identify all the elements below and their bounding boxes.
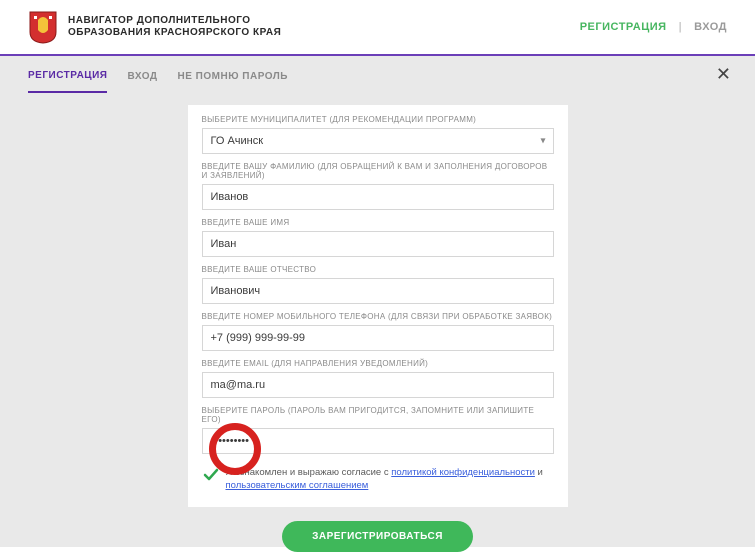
brand-title-line1: НАВИГАТОР ДОПОЛНИТЕЛЬНОГО [68,15,281,28]
email-input[interactable] [202,372,554,398]
user-agreement-link[interactable]: пользовательским соглашением [226,480,369,491]
brand: НАВИГАТОР ДОПОЛНИТЕЛЬНОГО ОБРАЗОВАНИЯ КР… [28,10,281,44]
field-phone: ВВЕДИТЕ НОМЕР МОБИЛЬНОГО ТЕЛЕФОНА (ДЛЯ С… [202,312,554,351]
close-icon[interactable]: ✕ [716,64,731,85]
phone-label: ВВЕДИТЕ НОМЕР МОБИЛЬНОГО ТЕЛЕФОНА (ДЛЯ С… [202,312,554,321]
patronymic-input[interactable] [202,278,554,304]
privacy-policy-link[interactable]: политикой конфиденциальности [391,467,535,478]
consent-checkbox[interactable] [202,466,220,484]
lastname-input[interactable] [202,184,554,210]
auth-modal: РЕГИСТРАЦИЯ ВХОД НЕ ПОМНЮ ПАРОЛЬ ✕ ВЫБЕР… [0,56,755,547]
field-firstname: ВВЕДИТЕ ВАШЕ ИМЯ [202,218,554,257]
email-label: ВВЕДИТЕ EMAIL (ДЛЯ НАПРАВЛЕНИЯ УВЕДОМЛЕН… [202,359,554,368]
header-auth-links: РЕГИСТРАЦИЯ | ВХОД [580,21,727,33]
site-header: НАВИГАТОР ДОПОЛНИТЕЛЬНОГО ОБРАЗОВАНИЯ КР… [0,0,755,54]
brand-title: НАВИГАТОР ДОПОЛНИТЕЛЬНОГО ОБРАЗОВАНИЯ КР… [68,15,281,40]
consent-prefix: Я ознакомлен и выражаю согласие с [226,467,392,478]
consent-row: Я ознакомлен и выражаю согласие с полити… [202,462,554,493]
crest-icon [28,10,58,44]
consent-and: и [535,467,543,478]
header-registration-link[interactable]: РЕГИСТРАЦИЯ [580,21,667,33]
field-patronymic: ВВЕДИТЕ ВАШЕ ОТЧЕСТВО [202,265,554,304]
municipality-label: ВЫБЕРИТЕ МУНИЦИПАЛИТЕТ (ДЛЯ РЕКОМЕНДАЦИИ… [202,115,554,124]
auth-tabs: РЕГИСТРАЦИЯ ВХОД НЕ ПОМНЮ ПАРОЛЬ ✕ [0,56,755,93]
patronymic-label: ВВЕДИТЕ ВАШЕ ОТЧЕСТВО [202,265,554,274]
header-divider: | [679,21,683,33]
field-email: ВВЕДИТЕ EMAIL (ДЛЯ НАПРАВЛЕНИЯ УВЕДОМЛЕН… [202,359,554,398]
tab-login[interactable]: ВХОД [127,65,157,92]
lastname-label: ВВЕДИТЕ ВАШУ ФАМИЛИЮ (ДЛЯ ОБРАЩЕНИЙ К ВА… [202,162,554,180]
password-label: ВЫБЕРИТЕ ПАРОЛЬ (ПАРОЛЬ ВАМ ПРИГОДИТСЯ, … [202,406,554,424]
brand-title-line2: ОБРАЗОВАНИЯ КРАСНОЯРСКОГО КРАЯ [68,27,281,40]
firstname-input[interactable] [202,231,554,257]
tab-forgot-password[interactable]: НЕ ПОМНЮ ПАРОЛЬ [178,65,288,92]
header-login-link[interactable]: ВХОД [694,21,727,33]
consent-text: Я ознакомлен и выражаю согласие с полити… [226,466,554,493]
phone-input[interactable] [202,325,554,351]
municipality-select-wrap[interactable]: ▾ [202,128,554,154]
field-municipality: ВЫБЕРИТЕ МУНИЦИПАЛИТЕТ (ДЛЯ РЕКОМЕНДАЦИИ… [202,115,554,154]
checkmark-icon [202,466,220,484]
firstname-label: ВВЕДИТЕ ВАШЕ ИМЯ [202,218,554,227]
field-password: ВЫБЕРИТЕ ПАРОЛЬ (ПАРОЛЬ ВАМ ПРИГОДИТСЯ, … [202,406,554,454]
municipality-select[interactable] [202,128,554,154]
field-lastname: ВВЕДИТЕ ВАШУ ФАМИЛИЮ (ДЛЯ ОБРАЩЕНИЙ К ВА… [202,162,554,210]
registration-form: ВЫБЕРИТЕ МУНИЦИПАЛИТЕТ (ДЛЯ РЕКОМЕНДАЦИИ… [188,105,568,507]
tab-registration[interactable]: РЕГИСТРАЦИЯ [28,64,107,93]
password-input[interactable] [202,428,554,454]
